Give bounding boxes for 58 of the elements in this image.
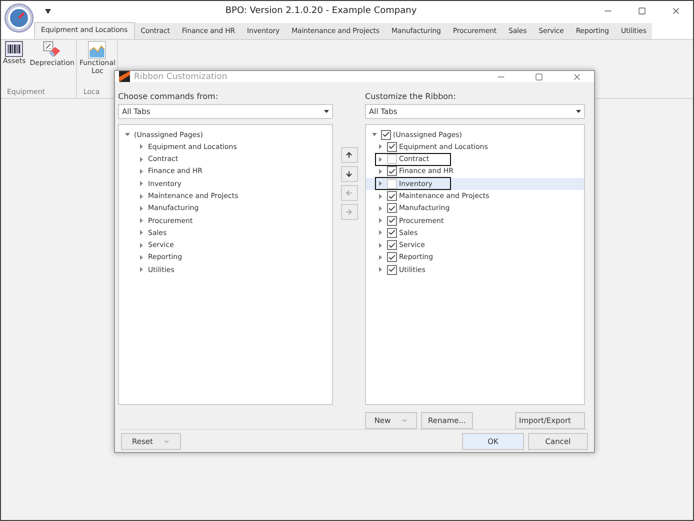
barcode-icon bbox=[5, 41, 24, 57]
expand-arrow-icon[interactable] bbox=[378, 144, 383, 150]
down-arrow-icon bbox=[345, 170, 353, 178]
caret-icon bbox=[400, 417, 408, 424]
dropdown-arrow-icon bbox=[576, 110, 581, 114]
close-icon[interactable] bbox=[671, 6, 681, 16]
collapse-arrow-icon[interactable] bbox=[372, 132, 377, 138]
expand-arrow-icon[interactable] bbox=[139, 181, 144, 186]
expand-arrow-icon[interactable] bbox=[139, 156, 144, 162]
field-label: Choose commands from: bbox=[118, 92, 220, 102]
expand-arrow-icon[interactable] bbox=[139, 144, 144, 150]
expand-arrow-icon[interactable] bbox=[139, 206, 144, 211]
checkbox[interactable] bbox=[387, 142, 397, 152]
move-button[interactable] bbox=[340, 166, 358, 182]
checkbox[interactable] bbox=[387, 203, 397, 214]
checkbox[interactable] bbox=[387, 240, 397, 250]
collapse-arrow-icon[interactable] bbox=[125, 132, 130, 138]
expand-arrow-icon[interactable] bbox=[378, 230, 383, 236]
checkbox[interactable] bbox=[387, 166, 397, 176]
expand-arrow-icon[interactable] bbox=[139, 242, 144, 248]
caret-icon bbox=[162, 438, 170, 445]
expand-arrow-icon[interactable] bbox=[139, 230, 144, 236]
field-label: Customize the Ribbon: bbox=[365, 92, 457, 102]
dropdown-arrow-icon bbox=[324, 110, 329, 114]
checkbox[interactable] bbox=[387, 154, 397, 164]
expand-arrow-icon[interactable] bbox=[378, 254, 383, 260]
check-icon bbox=[388, 166, 396, 176]
dropdown-arrow-icon[interactable] bbox=[45, 8, 51, 14]
expand-arrow-icon[interactable] bbox=[378, 206, 383, 211]
expand-arrow-icon[interactable] bbox=[139, 218, 144, 224]
checkbox[interactable] bbox=[387, 191, 397, 201]
expand-arrow-icon[interactable] bbox=[139, 254, 144, 260]
expand-arrow-icon[interactable] bbox=[139, 267, 144, 272]
expand-arrow-icon[interactable] bbox=[139, 194, 144, 198]
app-logo-icon bbox=[119, 71, 130, 82]
expand-arrow-icon[interactable] bbox=[378, 242, 383, 248]
window-title: BPO: Version 2.1.0.20 - Example Company bbox=[224, 6, 418, 16]
maximize-icon[interactable] bbox=[535, 72, 543, 81]
checkbox[interactable] bbox=[387, 264, 397, 275]
expand-arrow-icon[interactable] bbox=[378, 181, 383, 186]
left-arrow-icon bbox=[345, 189, 353, 198]
checkbox[interactable] bbox=[387, 228, 397, 238]
expand-arrow-icon[interactable] bbox=[378, 218, 383, 224]
checkbox[interactable] bbox=[381, 130, 391, 140]
maximize-icon[interactable] bbox=[638, 7, 646, 15]
checkbox[interactable] bbox=[387, 178, 397, 189]
expand-arrow-icon[interactable] bbox=[378, 267, 383, 272]
checkbox[interactable] bbox=[387, 252, 397, 262]
expand-arrow-icon[interactable] bbox=[378, 168, 383, 174]
close-icon[interactable] bbox=[572, 72, 582, 82]
move-button[interactable] bbox=[340, 147, 358, 164]
dialog-title: Ribbon Customization bbox=[134, 72, 228, 82]
checkbox[interactable] bbox=[387, 216, 397, 226]
right-arrow-icon bbox=[345, 208, 353, 216]
expand-arrow-icon[interactable] bbox=[378, 194, 383, 198]
expand-arrow-icon[interactable] bbox=[139, 168, 144, 174]
up-arrow-icon bbox=[345, 151, 353, 160]
expand-arrow-icon[interactable] bbox=[378, 156, 383, 162]
